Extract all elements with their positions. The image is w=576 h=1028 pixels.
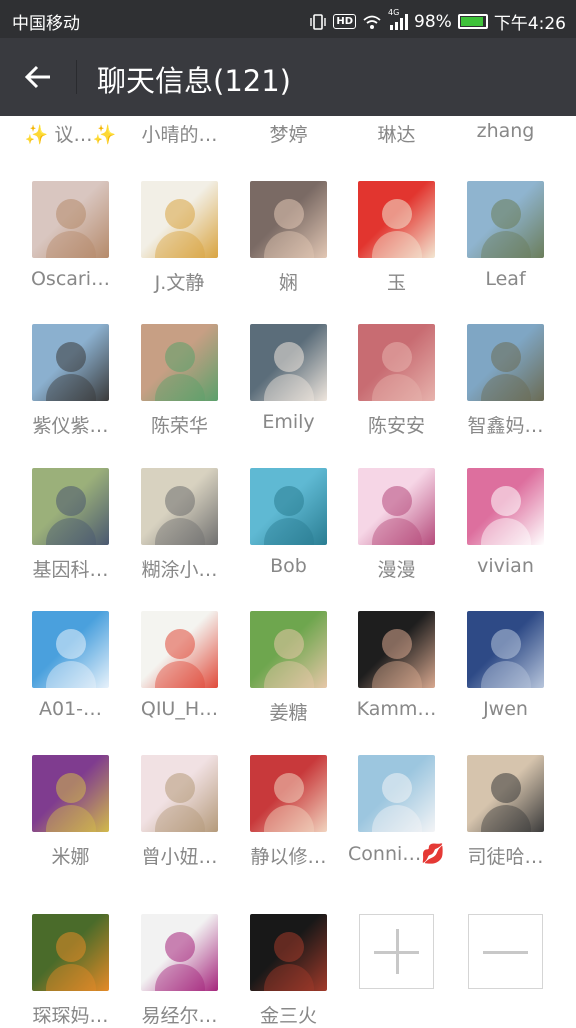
- member-item[interactable]: Oscari…: [16, 181, 125, 290]
- member-item[interactable]: QIU_H…: [125, 611, 234, 720]
- member-item[interactable]: 陈安安: [342, 324, 451, 438]
- member-item[interactable]: 漫漫: [342, 468, 451, 582]
- member-name: 紫仪紫…: [32, 415, 109, 437]
- member-item[interactable]: Emily: [234, 324, 343, 433]
- avatar: [250, 611, 327, 688]
- member-grid: Oscari… J.文静 娴 玉 Leaf 紫仪紫… 陈荣华 Emily 陈安安 智鑫妈… 基因科……: [0, 0, 576, 1027]
- avatar: [141, 611, 218, 688]
- member-item[interactable]: 糊涂小…: [125, 468, 234, 582]
- member-item[interactable]: 易经尔…: [125, 914, 234, 1028]
- member-name: 曾小妞…: [141, 846, 218, 868]
- member-item[interactable]: vivian: [451, 468, 560, 577]
- add-member-icon: [359, 914, 434, 989]
- avatar: [467, 755, 544, 832]
- member-item[interactable]: 琛琛妈…: [16, 914, 125, 1028]
- avatar: [467, 468, 544, 545]
- member-item[interactable]: 静以修…: [234, 755, 343, 869]
- avatar: [250, 914, 327, 991]
- member-name: 司徒哈…: [467, 846, 544, 868]
- member-item[interactable]: 司徒哈…: [451, 755, 560, 869]
- member-item[interactable]: 陈荣华: [125, 324, 234, 438]
- member-item[interactable]: 智鑫妈…: [451, 324, 560, 438]
- avatar: [141, 914, 218, 991]
- member-item[interactable]: Kamm…: [342, 611, 451, 720]
- avatar: [32, 468, 109, 545]
- member-name: Leaf: [485, 268, 526, 290]
- avatar: [467, 181, 544, 258]
- member-item[interactable]: 米娜: [16, 755, 125, 869]
- avatar: [358, 468, 435, 545]
- member-name: 静以修…: [250, 846, 327, 868]
- member-item[interactable]: 基因科…: [16, 468, 125, 582]
- member-name: 米娜: [51, 846, 90, 868]
- avatar: [250, 755, 327, 832]
- remove-member-icon: [468, 914, 543, 989]
- member-name: 基因科…: [32, 559, 109, 581]
- add-member-button[interactable]: [342, 914, 451, 989]
- avatar: [141, 755, 218, 832]
- member-item[interactable]: 金三火: [234, 914, 343, 1028]
- avatar: [250, 181, 327, 258]
- member-item[interactable]: 玉: [342, 181, 451, 295]
- avatar: [141, 468, 218, 545]
- member-name: J.文静: [154, 272, 205, 294]
- member-item[interactable]: Bob: [234, 468, 343, 577]
- member-name: 糊涂小…: [141, 559, 218, 581]
- member-name: 智鑫妈…: [467, 415, 544, 437]
- member-name: QIU_H…: [140, 698, 219, 720]
- member-name: 娴: [278, 272, 298, 294]
- member-name: Conni…💋: [348, 843, 445, 865]
- avatar: [358, 181, 435, 258]
- avatar: [32, 324, 109, 401]
- avatar: [32, 914, 109, 991]
- avatar: [250, 468, 327, 545]
- avatar: [32, 755, 109, 832]
- member-item[interactable]: Leaf: [451, 181, 560, 290]
- avatar: [250, 324, 327, 401]
- member-name: Emily: [262, 411, 315, 433]
- avatar: [358, 324, 435, 401]
- avatar: [467, 324, 544, 401]
- member-name: Jwen: [483, 698, 528, 720]
- member-item[interactable]: J.文静: [125, 181, 234, 295]
- member-name: 漫漫: [377, 559, 416, 581]
- member-name: vivian: [477, 555, 534, 577]
- member-name: Bob: [270, 555, 307, 577]
- member-item[interactable]: A01-…: [16, 611, 125, 720]
- member-name: 陈荣华: [150, 415, 208, 437]
- member-item[interactable]: Jwen: [451, 611, 560, 720]
- member-item[interactable]: 曾小妞…: [125, 755, 234, 869]
- member-item[interactable]: 娴: [234, 181, 343, 295]
- avatar: [141, 181, 218, 258]
- member-name: A01-…: [38, 698, 103, 720]
- member-name: Oscari…: [30, 268, 111, 290]
- avatar: [358, 611, 435, 688]
- avatar: [358, 755, 435, 832]
- avatar: [141, 324, 218, 401]
- member-name: 姜糖: [269, 702, 308, 724]
- avatar: [32, 181, 109, 258]
- member-name: 陈安安: [367, 415, 425, 437]
- avatar: [467, 611, 544, 688]
- member-name: Kamm…: [356, 698, 437, 720]
- remove-member-button[interactable]: [451, 914, 560, 989]
- member-item[interactable]: 紫仪紫…: [16, 324, 125, 438]
- member-name: 玉: [386, 272, 406, 294]
- member-item[interactable]: 姜糖: [234, 611, 343, 725]
- member-item[interactable]: Conni…💋: [342, 755, 451, 865]
- avatar: [32, 611, 109, 688]
